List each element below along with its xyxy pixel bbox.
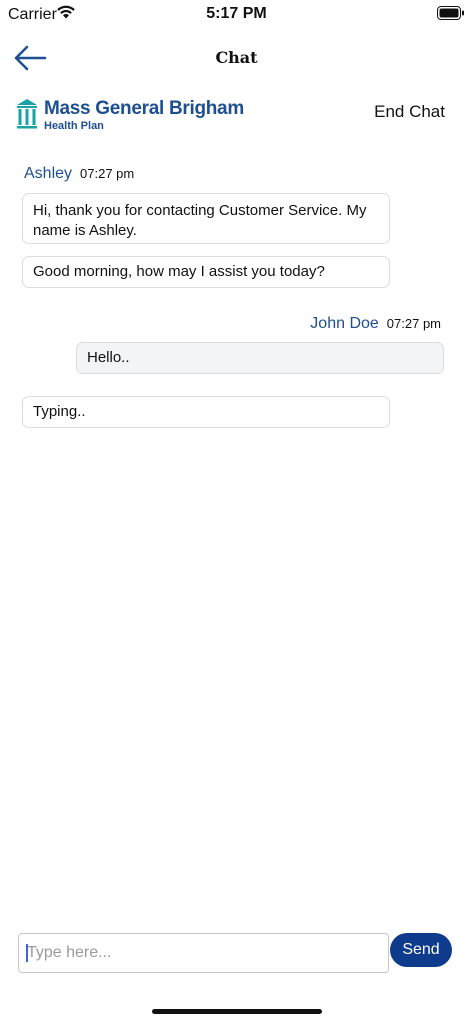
agent-message-header: Ashley 07:27 pm [24, 165, 134, 183]
agent-name: Ashley [24, 165, 73, 182]
message-input[interactable] [18, 933, 389, 973]
brand-name: Mass General Brigham [44, 98, 244, 119]
page-title: Chat [215, 48, 258, 67]
nav-bar: Chat [0, 36, 473, 80]
send-button[interactable]: Send [390, 933, 452, 967]
brand-header: Mass General Brigham Health Plan End Cha… [0, 94, 473, 138]
brand-subtitle: Health Plan [44, 120, 104, 132]
user-message-header: John Doe 07:27 pm [310, 315, 441, 333]
typing-indicator: Typing.. [22, 396, 390, 428]
agent-message-bubble: Good morning, how may I assist you today… [22, 256, 390, 288]
text-cursor [26, 944, 28, 962]
user-message-bubble: Hello.. [76, 342, 444, 374]
agent-message-time: 07:27 pm [80, 166, 135, 181]
status-bar: Carrier 5:17 PM [0, 0, 473, 30]
user-name: John Doe [310, 315, 379, 332]
agent-message-bubble: Hi, thank you for contacting Customer Se… [22, 193, 390, 244]
pillars-logo-icon [16, 98, 38, 135]
battery-icon [437, 6, 465, 25]
user-message-time: 07:27 pm [386, 316, 441, 331]
message-composer: Send [0, 930, 473, 980]
home-indicator [152, 1009, 322, 1014]
brand-logo: Mass General Brigham Health Plan [16, 98, 244, 135]
end-chat-button[interactable]: End Chat [374, 102, 445, 122]
clock: 5:17 PM [206, 5, 267, 22]
